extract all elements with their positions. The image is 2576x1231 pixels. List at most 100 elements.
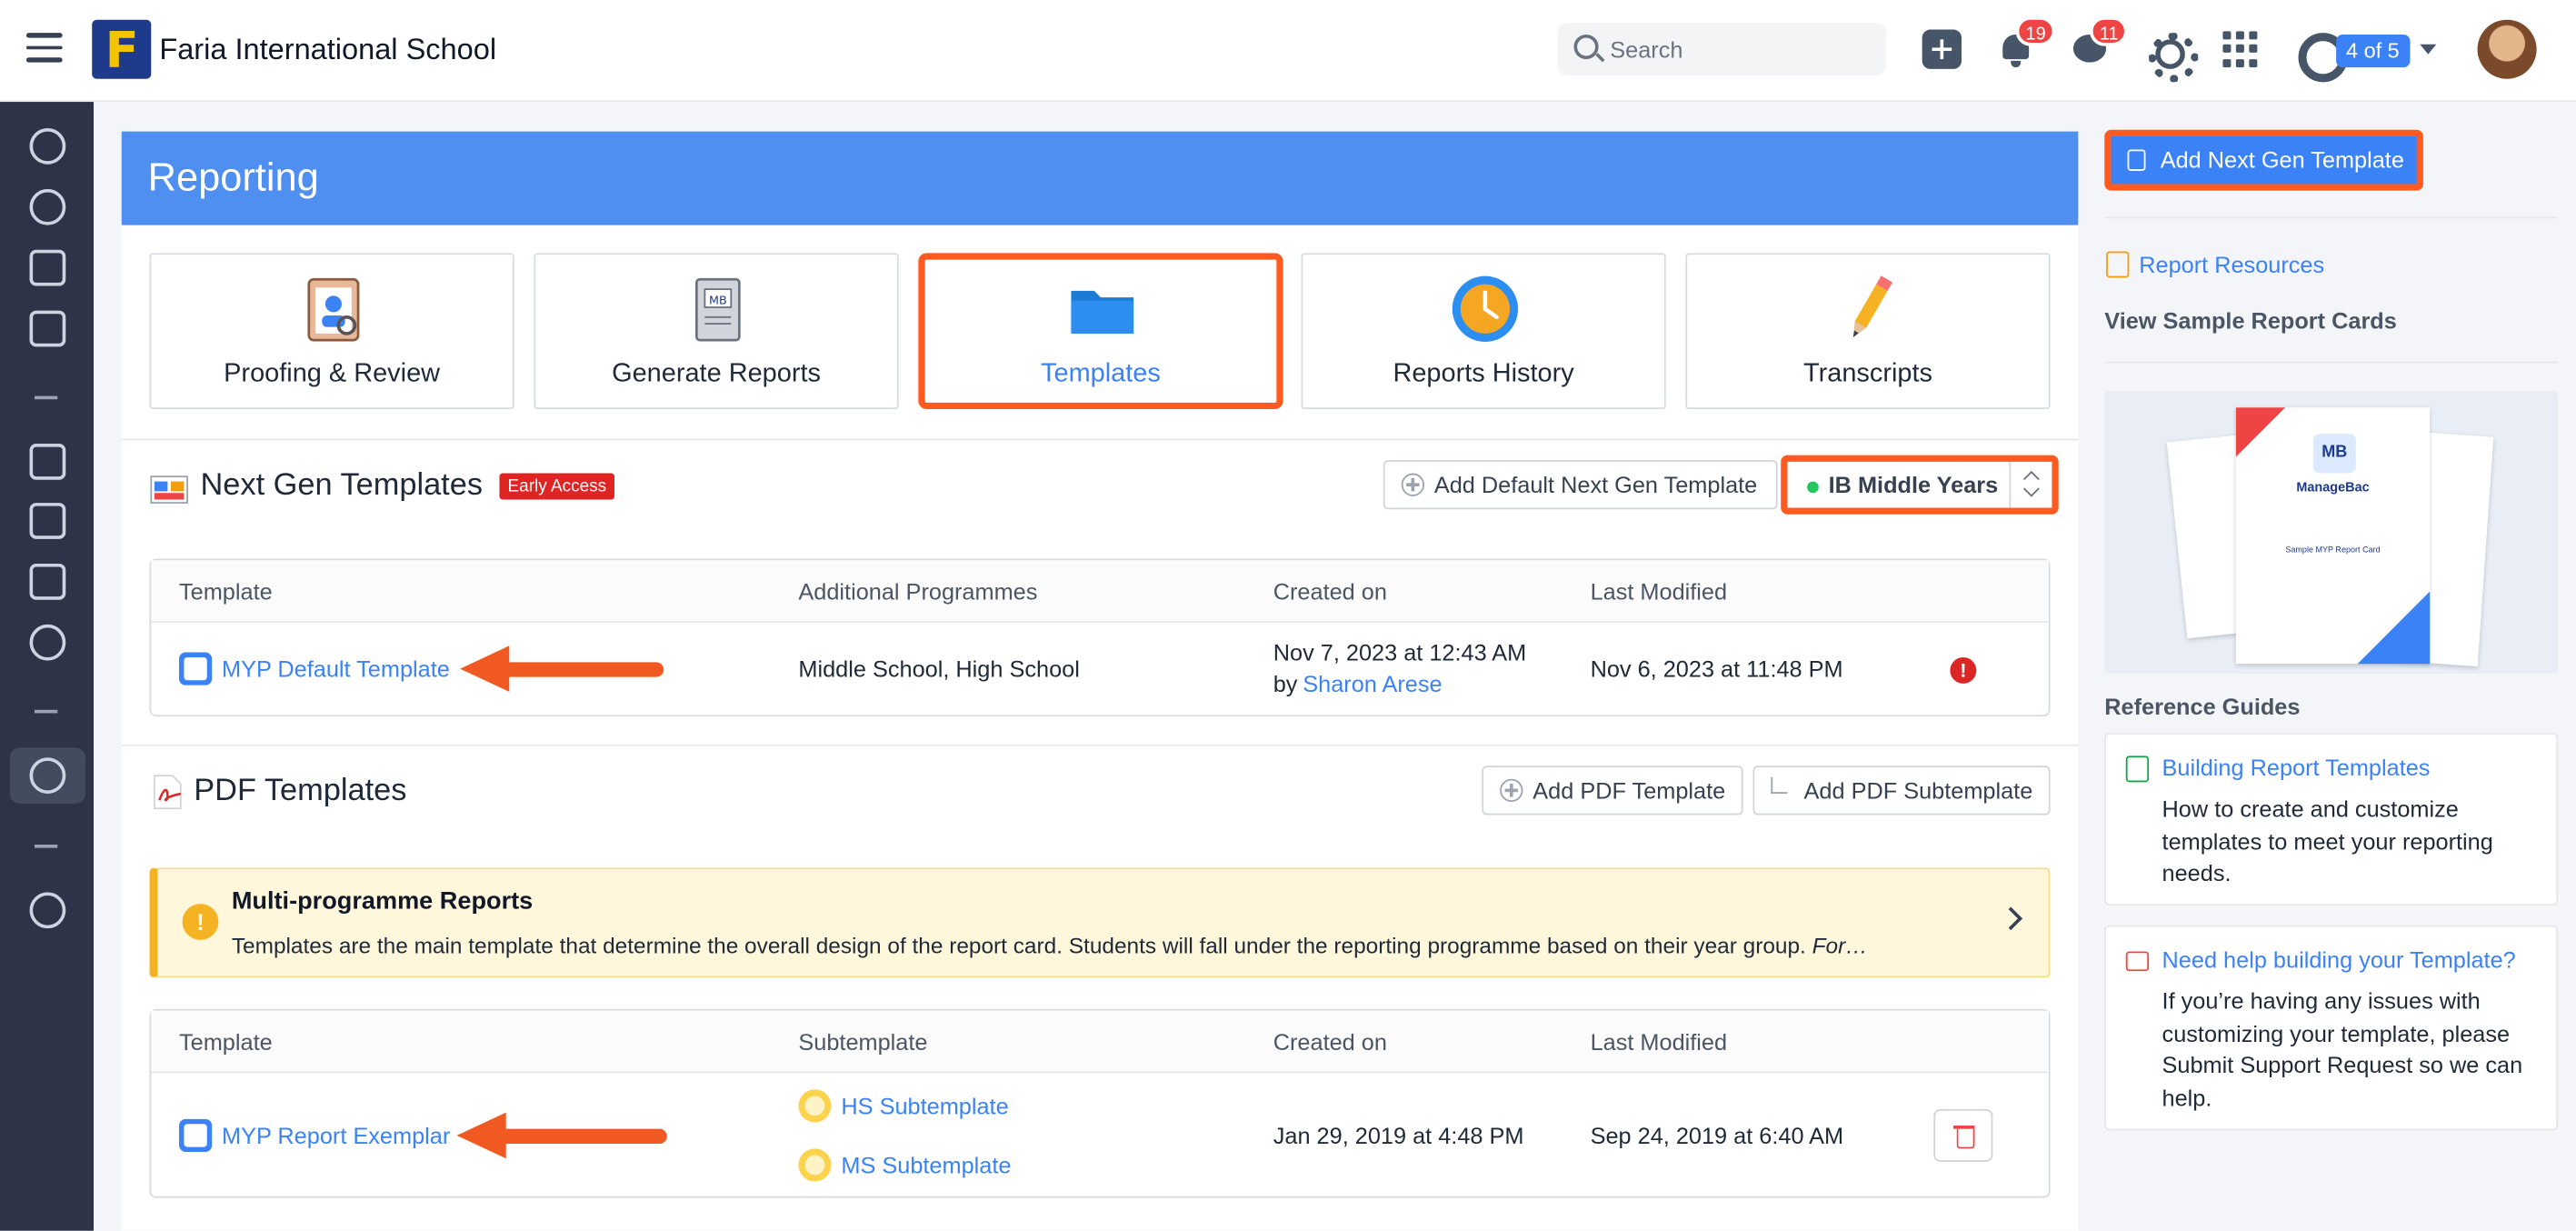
- tile-label: Transcripts: [1803, 359, 1932, 388]
- programme-select[interactable]: IB Middle Years: [1781, 455, 2059, 515]
- subtemplate-icon: [798, 1089, 832, 1123]
- bell-icon[interactable]: 19: [1996, 16, 2056, 69]
- tile-transcripts[interactable]: Transcripts: [1685, 253, 2051, 410]
- sidebar-item-briefcase[interactable]: [10, 301, 85, 356]
- add-default-next-gen-button[interactable]: Add Default Next Gen Template: [1383, 460, 1778, 510]
- people-icon: [29, 624, 66, 661]
- sidebar-item-explore[interactable]: [10, 883, 85, 938]
- managebac-logo: MB: [2312, 434, 2356, 474]
- annotation-arrow: [460, 646, 664, 692]
- support-icon[interactable]: [2295, 30, 2348, 83]
- notice-title: Multi-programme Reports: [231, 886, 534, 916]
- trash-icon[interactable]: [1933, 1108, 1993, 1162]
- error-icon[interactable]: !: [1950, 656, 1977, 684]
- created-on: Jan 29, 2019 at 4:48 PM: [1273, 1122, 1524, 1149]
- column-header: Template: [179, 1028, 273, 1056]
- sidebar-item-people[interactable]: [10, 615, 85, 670]
- template-link[interactable]: MYP Report Exemplar: [222, 1121, 450, 1152]
- sidebar-item-dashboard[interactable]: [10, 118, 85, 174]
- compass-icon: [29, 892, 66, 929]
- notice-body: Templates are the main template that det…: [232, 934, 1868, 958]
- button-label: Add PDF Subtemplate: [1803, 776, 2033, 804]
- search-input[interactable]: Search: [1557, 23, 1886, 76]
- cube-icon: [29, 563, 66, 600]
- sidebar-item-analytics[interactable]: [10, 240, 85, 295]
- report-book-icon: MB: [694, 277, 741, 342]
- sample-cover: MB ManageBac Sample MYP Report Card: [2235, 407, 2431, 665]
- guide-card[interactable]: Building Report Templates How to create …: [2104, 733, 2559, 906]
- guide-title[interactable]: Need help building your Template?: [2162, 946, 2516, 973]
- sample-caption: Sample MYP Report Card: [2285, 545, 2381, 555]
- column-header: Last Modified: [1590, 1028, 1728, 1056]
- status-dot: [1807, 481, 1819, 494]
- progress-pill[interactable]: 4 of 5: [2336, 34, 2410, 68]
- guide-card[interactable]: Need help building your Template? If you…: [2104, 925, 2559, 1131]
- sample-report-card-image[interactable]: MB ManageBac Sample MYP Report Card: [2104, 391, 2559, 675]
- programme-selected: IB Middle Years: [1828, 471, 1999, 498]
- school-logo[interactable]: F: [92, 19, 152, 79]
- school-name[interactable]: Faria International School: [159, 33, 496, 67]
- search-placeholder: Search: [1610, 35, 1683, 63]
- column-header: Created on: [1273, 578, 1387, 605]
- subtemplate-link[interactable]: MS Subtemplate: [841, 1150, 1011, 1181]
- plus-circle-icon: [1500, 778, 1523, 803]
- next-gen-table: Template Additional Programmes Created o…: [149, 558, 2051, 717]
- teacher-icon: [29, 503, 66, 539]
- subtemplate-link[interactable]: HS Subtemplate: [841, 1091, 1008, 1122]
- report-resources-link[interactable]: Report Resources: [2139, 252, 2324, 278]
- template-link[interactable]: MYP Default Template: [222, 654, 450, 685]
- add-next-gen-template-button[interactable]: Add Next Gen Template: [2104, 129, 2423, 191]
- document-icon: [2106, 251, 2130, 278]
- mail-icon: [2125, 951, 2150, 972]
- corner-decoration: [2235, 407, 2286, 457]
- pdf-icon: [153, 775, 182, 810]
- multi-programme-notice[interactable]: ! Multi-programme Reports Templates are …: [149, 867, 2051, 978]
- chevron-down-icon[interactable]: [2420, 44, 2437, 55]
- pdf-header: PDF Templates Add PDF Template Add PDF S…: [121, 744, 2079, 836]
- add-icon[interactable]: [1922, 29, 1962, 69]
- avatar[interactable]: [2477, 19, 2537, 79]
- sidebar-item-home[interactable]: [10, 179, 85, 235]
- notifications-badge: 19: [2015, 16, 2056, 46]
- column-header: Last Modified: [1590, 578, 1728, 605]
- table-header: Template Additional Programmes Created o…: [151, 560, 2049, 624]
- add-pdf-subtemplate-button[interactable]: Add PDF Subtemplate: [1752, 766, 2051, 816]
- column-header: Additional Programmes: [798, 578, 1038, 605]
- last-modified: Nov 6, 2023 at 11:48 PM: [1590, 656, 1843, 683]
- sidebar-item-cube[interactable]: [10, 554, 85, 609]
- chat-icon[interactable]: 11: [2070, 16, 2129, 69]
- messages-badge: 11: [2090, 16, 2129, 46]
- tile-proofing[interactable]: Proofing & Review: [149, 253, 514, 410]
- created-on: Nov 7, 2023 at 12:43 AM: [1273, 639, 1527, 666]
- clipboard-icon: [307, 277, 360, 342]
- subdirectory-arrow-icon: [1771, 776, 1788, 794]
- svg-text:MB: MB: [709, 293, 727, 306]
- corner-decoration: [2357, 591, 2431, 665]
- guide-title[interactable]: Building Report Templates: [2162, 755, 2431, 781]
- tile-reports-history[interactable]: Reports History: [1301, 253, 1666, 410]
- button-label: Add PDF Template: [1533, 776, 1726, 804]
- created-by-link[interactable]: Sharon Arese: [1303, 669, 1442, 700]
- gear-icon[interactable]: [2145, 30, 2199, 83]
- clock-icon: [1452, 275, 1519, 342]
- apps-grid-icon[interactable]: [2222, 30, 2261, 69]
- template-icon: [179, 1118, 213, 1152]
- tile-generate-reports[interactable]: MB Generate Reports: [534, 253, 899, 410]
- add-pdf-template-button[interactable]: Add PDF Template: [1482, 766, 1743, 816]
- section-title: Next Gen Templates: [200, 468, 484, 504]
- app-root: F Faria International School Search 19 1…: [0, 0, 2576, 1231]
- divider: [2104, 361, 2559, 364]
- sidebar-item-classes[interactable]: [10, 434, 85, 489]
- sidebar-divider: [34, 709, 58, 714]
- subtemplate-icon: [798, 1148, 832, 1182]
- top-bar: F Faria International School Search 19 1…: [0, 0, 2576, 103]
- menu-icon[interactable]: [25, 33, 63, 65]
- chart-icon: [29, 249, 66, 286]
- tile-templates[interactable]: Templates: [918, 253, 1283, 410]
- plus-circle-icon: [1401, 473, 1425, 496]
- guide-body: If you’re having any issues with customi…: [2162, 987, 2523, 1110]
- sidebar-item-teacher[interactable]: [10, 493, 85, 548]
- created-by-prefix: by: [1273, 670, 1298, 697]
- sidebar-item-reporting[interactable]: [9, 747, 85, 804]
- chevron-right-icon[interactable]: [1999, 906, 2023, 931]
